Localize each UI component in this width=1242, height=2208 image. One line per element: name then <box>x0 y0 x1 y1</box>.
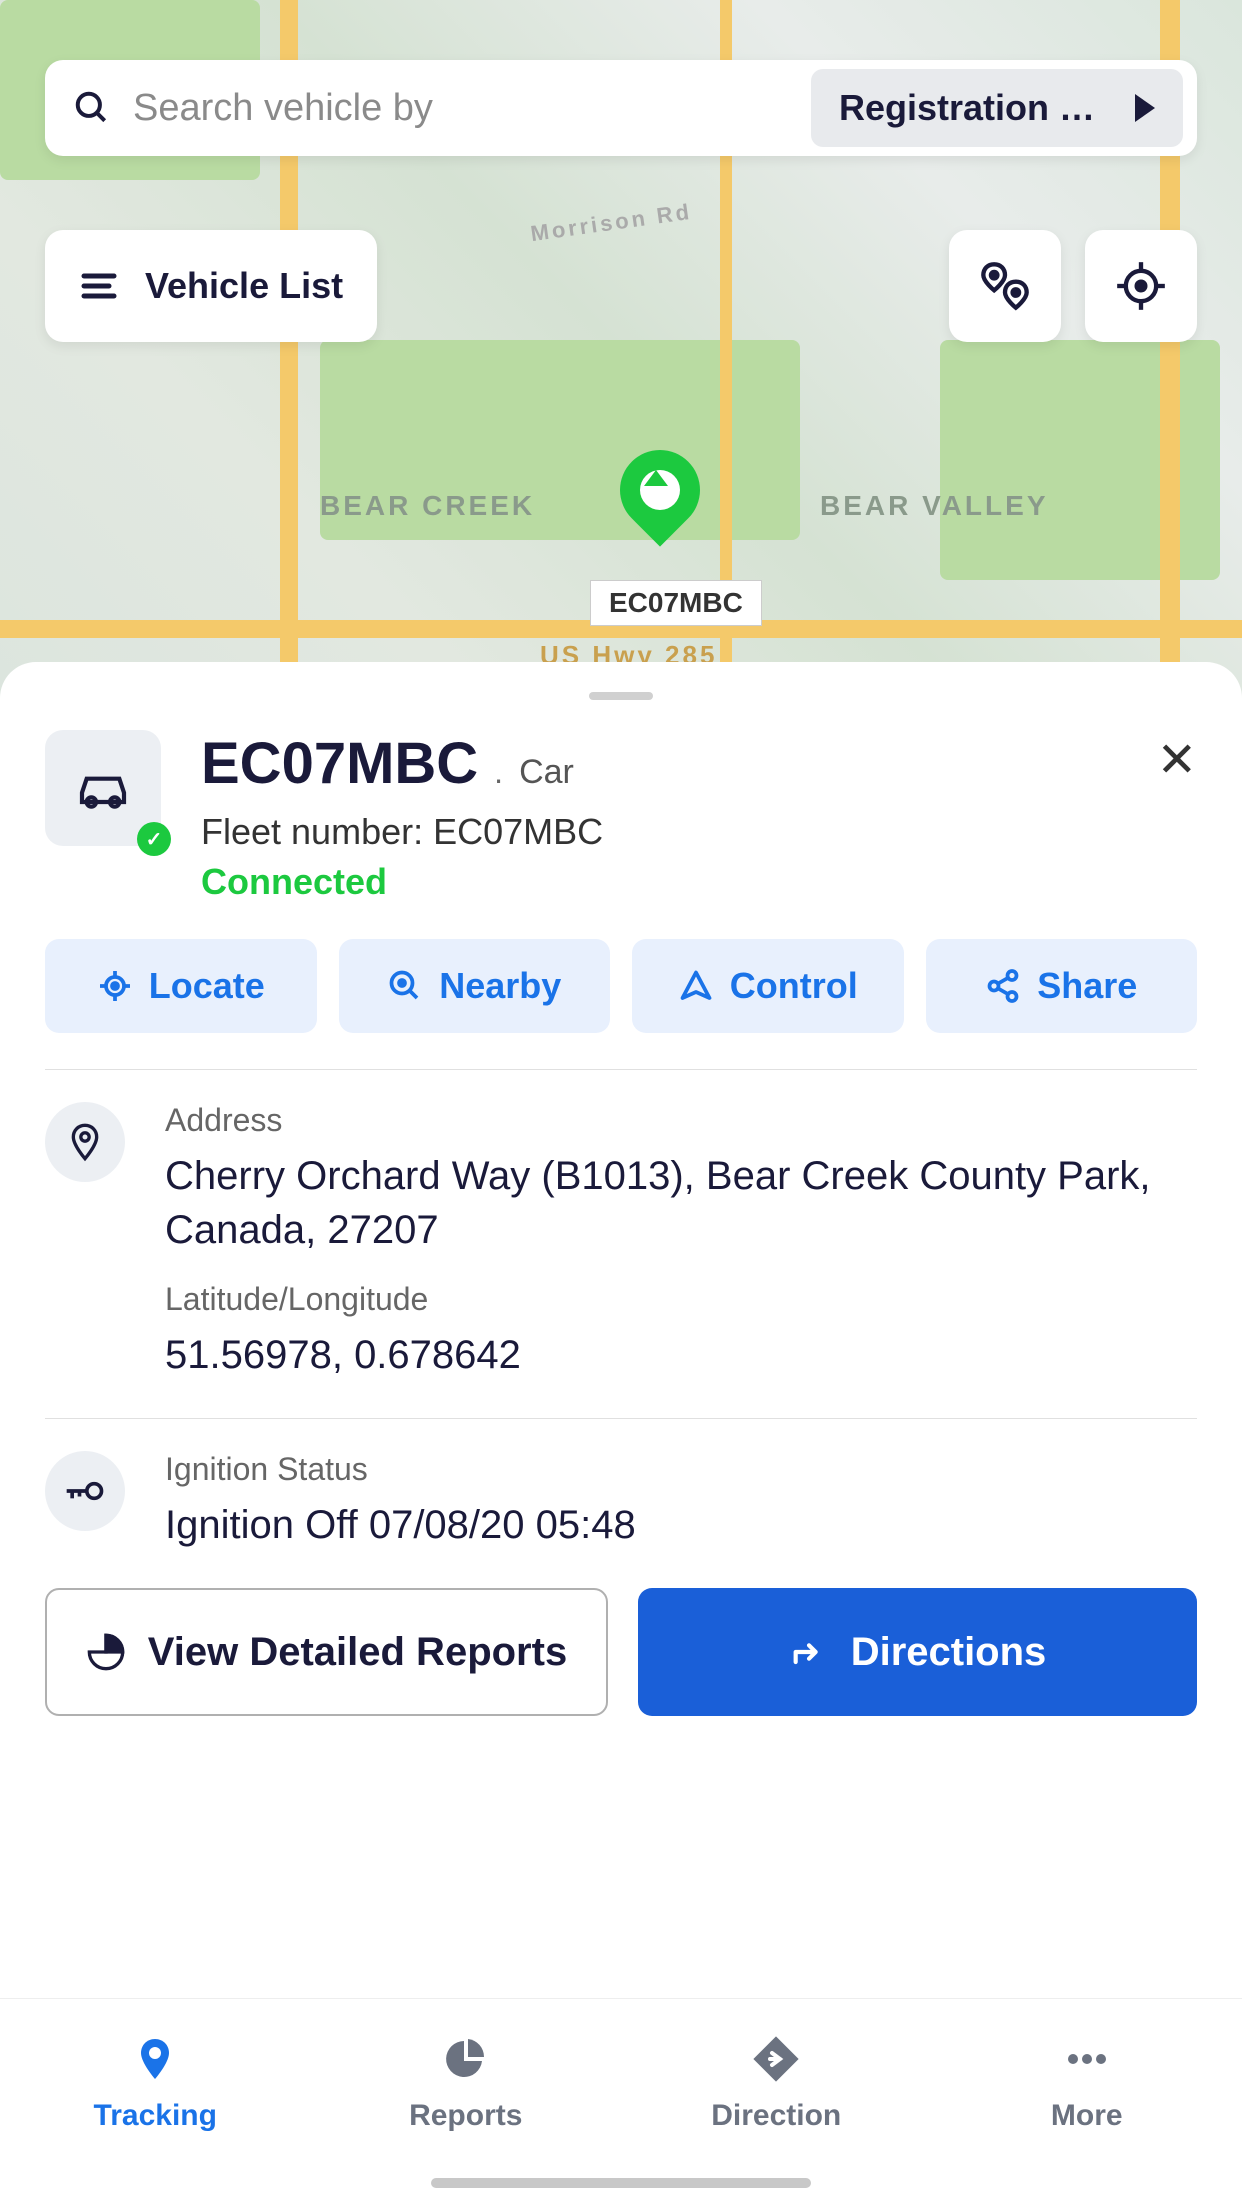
directions-label: Directions <box>851 1630 1047 1675</box>
nav-tracking-label: Tracking <box>94 2099 217 2133</box>
control-label: Control <box>730 965 858 1007</box>
vehicle-list-button[interactable]: Vehicle List <box>45 230 377 342</box>
directions-button[interactable]: Directions <box>638 1588 1197 1716</box>
control-button[interactable]: Control <box>632 939 904 1033</box>
multi-pin-button[interactable] <box>949 230 1061 342</box>
locate-me-button[interactable] <box>1085 230 1197 342</box>
nav-more-label: More <box>1051 2099 1123 2133</box>
address-value: Cherry Orchard Way (B1013), Bear Creek C… <box>165 1149 1197 1257</box>
home-indicator <box>431 2178 811 2188</box>
nav-reports[interactable]: Reports <box>311 2031 622 2133</box>
address-icon <box>45 1102 125 1182</box>
bottom-navigation: Tracking Reports Direction More <box>0 1998 1242 2208</box>
ignition-label: Ignition Status <box>165 1451 1197 1488</box>
address-label: Address <box>165 1102 1197 1139</box>
status-check-badge-icon <box>137 822 171 856</box>
share-label: Share <box>1037 965 1137 1007</box>
car-icon <box>75 760 131 816</box>
registration-dropdown-label: Registration … <box>839 87 1095 129</box>
search-input[interactable] <box>133 87 811 130</box>
crosshair-icon <box>1115 260 1167 312</box>
nearby-button[interactable]: Nearby <box>339 939 611 1033</box>
sheet-drag-handle[interactable] <box>589 692 653 700</box>
multi-pin-icon <box>979 260 1031 312</box>
nearby-icon <box>387 968 423 1004</box>
view-reports-button[interactable]: View Detailed Reports <box>45 1588 608 1716</box>
ignition-icon <box>45 1451 125 1531</box>
nav-tracking[interactable]: Tracking <box>0 2031 311 2133</box>
latlng-label: Latitude/Longitude <box>165 1281 1197 1318</box>
control-icon <box>678 968 714 1004</box>
search-icon <box>73 89 111 127</box>
map-label-bear-creek: BEAR CREEK <box>320 490 535 522</box>
locate-icon <box>97 968 133 1004</box>
close-button[interactable]: ✕ <box>1157 732 1197 788</box>
locate-label: Locate <box>149 965 265 1007</box>
directions-arrow-icon <box>789 1632 829 1672</box>
registration-dropdown[interactable]: Registration … <box>811 69 1183 147</box>
nav-direction-label: Direction <box>711 2099 841 2133</box>
vehicle-connection-status: Connected <box>201 861 1197 903</box>
nearby-label: Nearby <box>439 965 561 1007</box>
view-reports-label: View Detailed Reports <box>148 1630 567 1675</box>
nav-more[interactable]: More <box>932 2031 1242 2133</box>
pie-chart-icon <box>86 1632 126 1672</box>
reports-pie-icon <box>438 2031 494 2087</box>
direction-diamond-icon <box>748 2031 804 2087</box>
vehicle-type: Car <box>519 753 574 792</box>
vehicle-list-label: Vehicle List <box>145 265 343 307</box>
vehicle-icon <box>45 730 161 846</box>
vehicle-registration: EC07MBC <box>201 730 478 797</box>
latlng-value: 51.56978, 0.678642 <box>165 1328 1197 1382</box>
ignition-row: Ignition Status Ignition Off 07/08/20 05… <box>45 1451 1197 1552</box>
map-pin-label[interactable]: EC07MBC <box>590 580 762 626</box>
locate-button[interactable]: Locate <box>45 939 317 1033</box>
share-icon <box>985 968 1021 1004</box>
play-triangle-icon <box>1135 94 1155 122</box>
ignition-value: Ignition Off 07/08/20 05:48 <box>165 1498 1197 1552</box>
nav-direction[interactable]: Direction <box>621 2031 932 2133</box>
search-bar[interactable]: Registration … <box>45 60 1197 156</box>
list-icon <box>79 266 119 306</box>
address-row: Address Cherry Orchard Way (B1013), Bear… <box>45 1102 1197 1382</box>
map-label-bear-valley: BEAR VALLEY <box>820 490 1049 522</box>
share-button[interactable]: Share <box>926 939 1198 1033</box>
vehicle-fleet-number: Fleet number: EC07MBC <box>201 811 1197 853</box>
more-dots-icon <box>1059 2031 1115 2087</box>
vehicle-detail-sheet: EC07MBC . Car Fleet number: EC07MBC Conn… <box>0 662 1242 2208</box>
nav-reports-label: Reports <box>409 2099 522 2133</box>
tracking-pin-icon <box>127 2031 183 2087</box>
